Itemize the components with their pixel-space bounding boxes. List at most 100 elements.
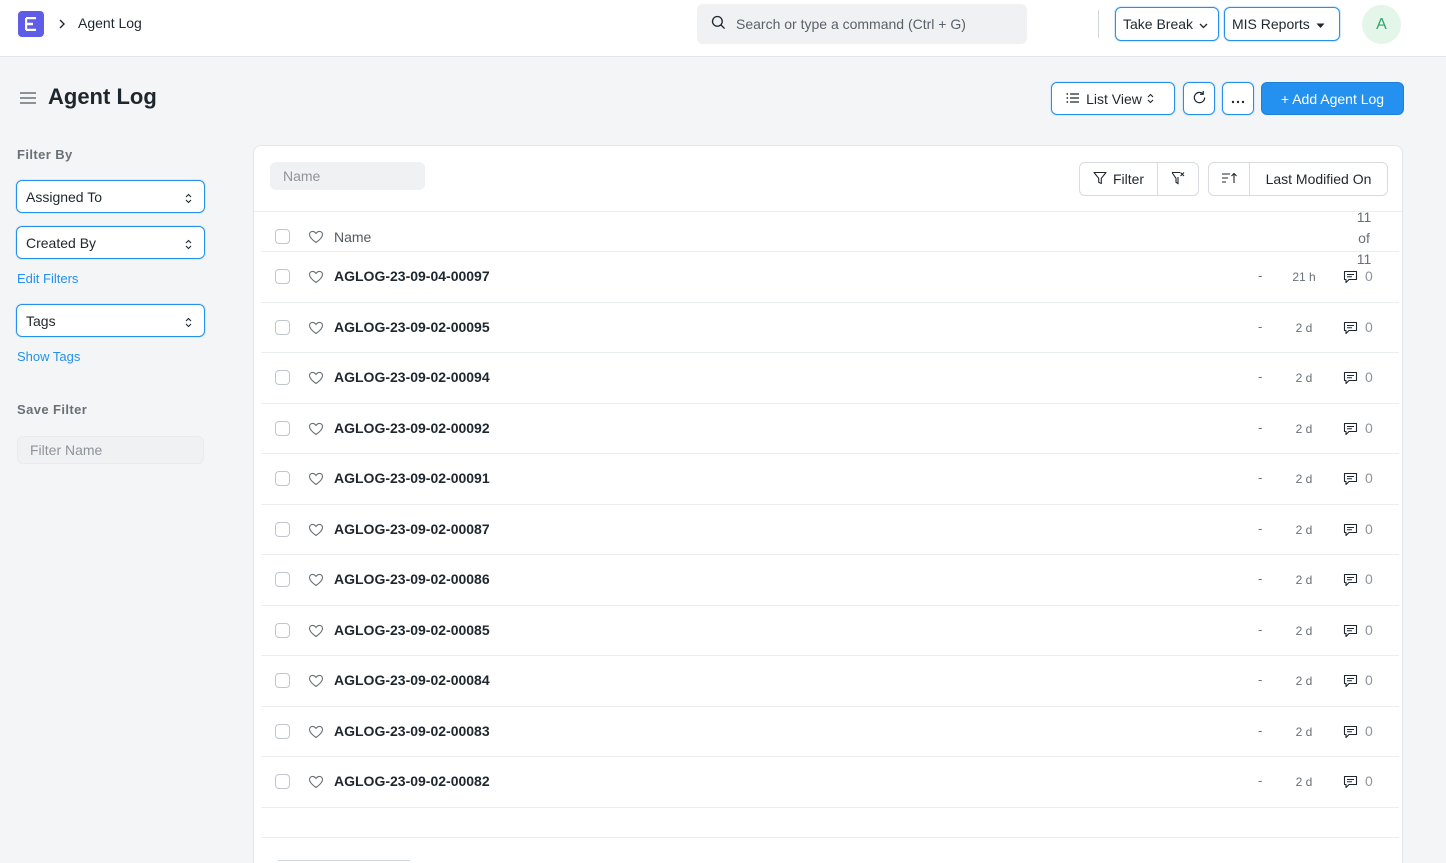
column-header-name[interactable]: Name <box>334 229 371 245</box>
filter-button[interactable]: Filter <box>1080 163 1158 195</box>
row-modified: 2 d <box>1295 371 1313 385</box>
list-view-label: List View <box>1086 90 1142 107</box>
heart-icon[interactable] <box>308 370 324 386</box>
row-name-link[interactable]: AGLOG-23-09-02-00094 <box>334 369 490 385</box>
filter-name-input[interactable] <box>17 436 204 464</box>
comment-icon[interactable] <box>1343 371 1358 385</box>
comment-icon[interactable] <box>1343 573 1358 587</box>
heart-icon[interactable] <box>308 724 324 740</box>
row-checkbox[interactable] <box>275 723 290 739</box>
comment-icon[interactable] <box>1343 775 1358 789</box>
row-status: - <box>1258 419 1263 435</box>
list-card: Filter Last Modified On Name 11 of 11 AG… <box>253 145 1403 863</box>
row-checkbox[interactable] <box>275 673 290 688</box>
tags-select[interactable]: Tags <box>16 304 205 337</box>
row-status: - <box>1258 722 1263 738</box>
edit-filters-link[interactable]: Edit Filters <box>17 271 78 286</box>
caret-down-icon <box>1316 16 1325 32</box>
chevron-right-icon <box>58 16 68 32</box>
row-checkbox[interactable] <box>275 420 290 436</box>
row-comment-count: 0 <box>1365 571 1373 587</box>
heart-icon[interactable] <box>308 229 324 245</box>
mis-reports-button[interactable]: MIS Reports <box>1224 7 1340 41</box>
row-comment-count: 0 <box>1365 672 1373 688</box>
heart-icon[interactable] <box>308 421 324 437</box>
hamburger-icon[interactable] <box>19 90 37 106</box>
heart-icon[interactable] <box>308 320 324 336</box>
row-modified: 2 d <box>1295 421 1313 436</box>
row-comment-count: 0 <box>1365 621 1373 638</box>
assigned-to-select[interactable]: Assigned To <box>16 180 205 213</box>
select-all-checkbox[interactable] <box>275 229 290 244</box>
row-checkbox[interactable] <box>275 622 290 638</box>
comment-icon[interactable] <box>1343 422 1358 436</box>
row-name-link[interactable]: AGLOG-23-09-02-00083 <box>334 723 490 739</box>
heart-icon[interactable] <box>308 673 324 689</box>
chevron-updown-icon <box>1147 91 1160 107</box>
row-checkbox[interactable] <box>275 370 290 385</box>
heart-icon[interactable] <box>308 471 324 487</box>
row-status: - <box>1258 520 1263 536</box>
row-checkbox[interactable] <box>275 521 290 537</box>
name-filter-input[interactable] <box>270 162 425 190</box>
row-status: - <box>1258 318 1263 334</box>
chevron-updown-icon <box>185 315 192 331</box>
add-agent-log-button[interactable]: + Add Agent Log <box>1261 82 1404 115</box>
row-divider <box>261 806 1399 808</box>
show-tags-link[interactable]: Show Tags <box>17 349 80 364</box>
heart-icon[interactable] <box>308 522 324 538</box>
clear-filter-button[interactable] <box>1158 163 1198 195</box>
ellipsis-icon <box>1231 91 1245 107</box>
frappe-logo-icon[interactable] <box>18 11 44 37</box>
created-by-select[interactable]: Created By <box>16 226 205 259</box>
row-name-link[interactable]: AGLOG-23-09-02-00085 <box>334 622 490 638</box>
refresh-button[interactable] <box>1183 82 1215 115</box>
row-checkbox[interactable] <box>275 774 290 789</box>
comment-icon[interactable] <box>1343 472 1358 486</box>
row-comment-count: 0 <box>1365 369 1373 385</box>
breadcrumb[interactable]: Agent Log <box>78 15 142 31</box>
row-name-link[interactable]: AGLOG-23-09-02-00092 <box>334 420 490 436</box>
row-comment-count: 0 <box>1365 520 1373 537</box>
row-name-link[interactable]: AGLOG-23-09-04-00097 <box>334 268 490 284</box>
more-button[interactable] <box>1222 82 1254 115</box>
heart-icon[interactable] <box>308 774 324 790</box>
row-name-link[interactable]: AGLOG-23-09-02-00091 <box>334 470 490 486</box>
search-input[interactable] <box>736 16 1016 32</box>
row-name-link[interactable]: AGLOG-23-09-02-00082 <box>334 773 490 789</box>
take-break-button[interactable]: Take Break <box>1115 7 1219 41</box>
row-name-link[interactable]: AGLOG-23-09-02-00095 <box>334 319 490 335</box>
comment-icon[interactable] <box>1343 674 1358 688</box>
sort-direction-button[interactable] <box>1209 163 1250 195</box>
row-name-link[interactable]: AGLOG-23-09-02-00087 <box>334 521 490 537</box>
comment-icon[interactable] <box>1343 725 1358 739</box>
row-checkbox[interactable] <box>275 471 290 486</box>
take-break-label: Take Break <box>1123 16 1194 32</box>
row-divider <box>261 503 1399 505</box>
comment-icon[interactable] <box>1343 523 1358 537</box>
comment-icon[interactable] <box>1343 270 1358 284</box>
row-checkbox[interactable] <box>275 319 290 335</box>
heart-icon[interactable] <box>308 269 324 285</box>
refresh-icon <box>1192 90 1207 108</box>
list-view-button[interactable]: List View <box>1051 82 1175 115</box>
heart-icon[interactable] <box>308 623 324 639</box>
row-modified: 2 d <box>1295 522 1313 537</box>
comment-icon[interactable] <box>1343 624 1358 638</box>
row-checkbox[interactable] <box>275 572 290 587</box>
row-name-link[interactable]: AGLOG-23-09-02-00084 <box>334 672 490 688</box>
row-status: - <box>1258 571 1263 586</box>
navbar: Agent Log Take Break MIS Reports A <box>0 0 1446 57</box>
comment-icon[interactable] <box>1343 321 1358 335</box>
filter-button-group: Filter <box>1079 162 1199 196</box>
row-modified: 2 d <box>1295 320 1313 335</box>
row-checkbox[interactable] <box>275 269 290 284</box>
heart-icon[interactable] <box>308 572 324 588</box>
avatar[interactable]: A <box>1362 5 1401 44</box>
sort-by-button[interactable]: Last Modified On <box>1250 163 1387 195</box>
chevron-updown-icon <box>185 191 192 207</box>
row-modified: 21 h <box>1292 270 1316 284</box>
row-name-link[interactable]: AGLOG-23-09-02-00086 <box>334 571 490 587</box>
record-count-shown: 11 <box>1356 209 1372 225</box>
search-bar[interactable] <box>697 4 1027 44</box>
